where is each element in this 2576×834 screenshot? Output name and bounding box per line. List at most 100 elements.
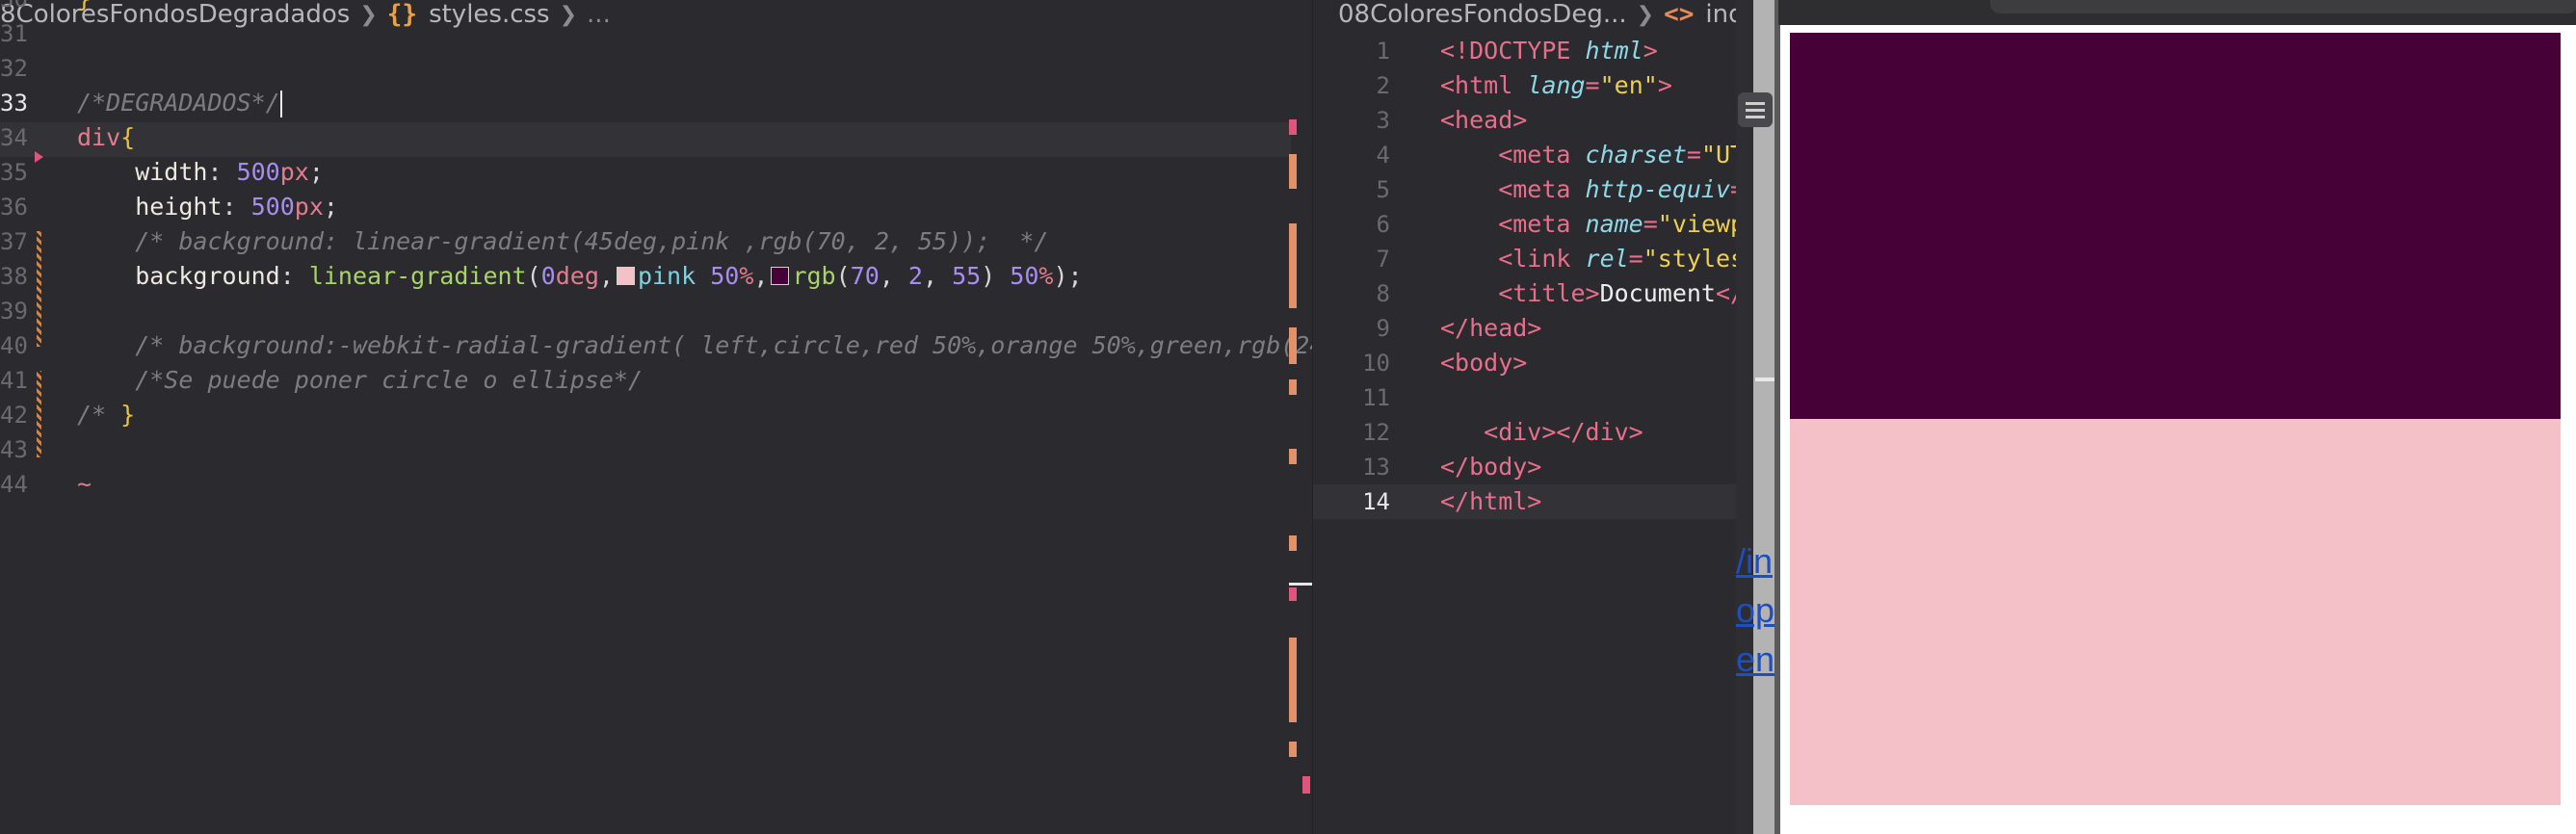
code-token: >	[1657, 71, 1672, 99]
code-token: height	[77, 193, 223, 221]
fold-marker-icon[interactable]	[35, 151, 43, 163]
breadcrumb-file[interactable]: inde	[1705, 0, 1737, 29]
code-token: /*DEGRADADOS*/	[77, 89, 280, 117]
chevron-right-icon: ❯	[1636, 2, 1655, 27]
menu-icon[interactable]	[1738, 92, 1773, 127]
current-line-highlight	[0, 122, 1291, 157]
line-number: 30	[0, 0, 29, 16]
text-cursor	[279, 91, 282, 117]
address-bar[interactable]	[1990, 0, 2576, 13]
code-token: </html>	[1440, 487, 1542, 515]
code-text: background: linear-gradient(0deg, pink 50…	[77, 259, 1083, 294]
code-token: </body>	[1440, 453, 1542, 481]
overview-marker	[1289, 638, 1297, 722]
line-number: 3	[1376, 107, 1390, 134]
chevron-right-icon: ❯	[359, 2, 378, 27]
code-token: /*Se puede poner circle o ellipse*/	[77, 366, 643, 394]
code-token: rel	[1585, 245, 1629, 273]
gutter-change-marker	[37, 371, 41, 457]
line-number: 34	[0, 124, 28, 151]
line-number: 40	[0, 332, 28, 359]
screen: 8ColoresFondosDegradados ❯ {} styles.css…	[0, 0, 2576, 834]
color-swatch-icon[interactable]	[616, 266, 635, 285]
breadcrumb-folder[interactable]: 8ColoresFondosDegradados	[0, 0, 350, 29]
line-number: 9	[1376, 315, 1390, 342]
line-number: 33	[0, 90, 28, 117]
overview-marker	[1289, 379, 1297, 395]
code-text: <meta name="viewpo	[1440, 207, 1737, 242]
code-token: <body>	[1440, 349, 1528, 377]
html-file-icon: <>	[1664, 0, 1695, 29]
code-token: "UTF	[1700, 141, 1737, 169]
code-text: </head>	[1440, 311, 1541, 346]
line-number: 2	[1376, 72, 1390, 99]
link[interactable]: /in	[1736, 541, 1773, 582]
browser-toolbar	[1778, 0, 2576, 25]
code-token: name	[1585, 210, 1643, 238]
code-token: =	[1686, 141, 1701, 169]
code-token: px	[279, 158, 309, 186]
code-token: http-equiv	[1585, 175, 1731, 203]
breadcrumb-file[interactable]: styles.css	[429, 0, 550, 29]
code-text: </body>	[1440, 450, 1541, 484]
code-token: );	[1053, 262, 1083, 290]
code-text: }	[77, 0, 92, 16]
code-token: <head>	[1440, 106, 1528, 134]
overview-marker	[1289, 587, 1297, 601]
code-token: 2	[907, 262, 923, 290]
code-token: =	[1628, 245, 1643, 273]
code-token: html	[1585, 37, 1643, 65]
code-token: ,	[879, 262, 908, 290]
code-token: :	[222, 193, 251, 221]
code-token: }	[77, 0, 92, 13]
code-text: width: 500px;	[77, 155, 324, 190]
line-number: 10	[1362, 350, 1390, 377]
code-text: <html lang="en">	[1440, 68, 1672, 103]
code-token: lang	[1527, 71, 1586, 99]
css-breadcrumb: 8ColoresFondosDegradados ❯ {} styles.css…	[0, 0, 611, 29]
code-token: "en"	[1599, 71, 1658, 99]
code-token: 500	[236, 158, 280, 186]
code-token: ;	[323, 193, 338, 221]
overview-marker	[1289, 223, 1297, 308]
color-swatch-icon[interactable]	[771, 266, 790, 285]
scrollbar-thumb[interactable]	[1289, 583, 1312, 586]
html-editor-pane[interactable]: 08ColoresFondosDeg... ❯ <> inde 1 <!DOCTY…	[1312, 0, 1737, 834]
line-number: 43	[0, 436, 28, 463]
code-token: ;	[308, 158, 324, 186]
line-number: 4	[1376, 142, 1390, 169]
code-text: ~	[77, 467, 92, 502]
code-text: <!DOCTYPE html>	[1440, 34, 1658, 68]
code-token: {	[120, 123, 136, 151]
code-token: "viewpo	[1657, 210, 1737, 238]
code-token: </t	[1716, 279, 1737, 307]
breadcrumb-folder[interactable]: 08ColoresFondosDeg...	[1338, 0, 1627, 29]
line-number: 7	[1376, 246, 1390, 273]
link[interactable]: ope	[1736, 590, 1774, 631]
code-token: 0	[540, 262, 556, 290]
code-token: (	[835, 262, 851, 290]
css-editor-pane[interactable]: 8ColoresFondosDegradados ❯ {} styles.css…	[0, 0, 1312, 834]
line-number: 11	[1362, 384, 1390, 411]
code-token: <!DOCTYPE	[1440, 37, 1586, 65]
code-token: 50	[710, 262, 740, 290]
overview-marker	[1289, 327, 1297, 364]
line-number: 42	[0, 402, 28, 429]
breadcrumb-more[interactable]: ...	[587, 0, 611, 29]
gradient-top-half	[1790, 33, 2561, 419]
code-text: /* background:-webkit-radial-gradient( l…	[77, 328, 1312, 363]
code-token: <meta	[1440, 210, 1586, 238]
code-text: <meta http-equiv="	[1440, 172, 1737, 207]
code-token: )	[981, 262, 1011, 290]
code-token: pink	[637, 262, 711, 290]
gradient-bottom-half	[1790, 419, 2561, 805]
code-text: /* }	[77, 398, 135, 432]
code-token: >	[1643, 37, 1658, 65]
overview-marker	[1289, 119, 1297, 135]
code-text: <link rel="stylesh	[1440, 242, 1737, 276]
line-number: 38	[0, 263, 28, 290]
code-token: ~	[77, 470, 92, 498]
code-text: /*DEGRADADOS*/	[77, 86, 282, 120]
code-token: <div></div>	[1440, 418, 1643, 446]
link[interactable]: en	[1736, 639, 1774, 680]
